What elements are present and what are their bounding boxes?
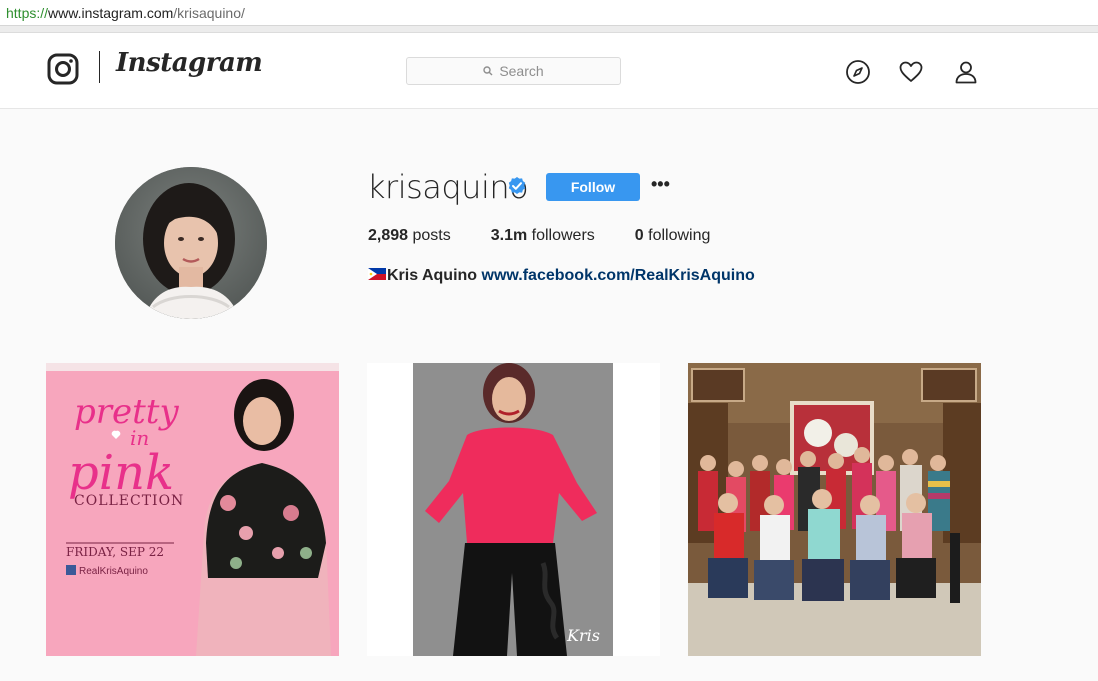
url-host: www.instagram.com [48, 5, 174, 21]
following-label: following [643, 227, 711, 244]
explore-icon[interactable] [845, 59, 871, 85]
nav-divider [99, 51, 100, 83]
top-nav: Instagram Search [0, 33, 1098, 109]
avatar-image [115, 167, 267, 319]
instagram-glyph-icon[interactable] [47, 53, 79, 85]
bio-link[interactable]: www.facebook.com/RealKrisAquino [482, 267, 755, 284]
posts-stat: 2,898 posts [368, 227, 451, 245]
search-icon [483, 66, 493, 76]
post1-handle: RealKrisAquino [79, 566, 148, 577]
following-stat[interactable]: 0 following [635, 227, 711, 245]
verified-badge-icon [508, 177, 526, 194]
post-image-1: pretty in pink COLLECTION FRIDAY, SEP 22… [46, 363, 339, 656]
more-options-icon[interactable]: ••• [651, 175, 670, 196]
post-thumbnail-1[interactable]: pretty in pink COLLECTION FRIDAY, SEP 22… [46, 363, 339, 656]
search-placeholder: Search [499, 63, 544, 79]
bio-name: Kris Aquino [387, 267, 478, 284]
address-bar[interactable]: https://www.instagram.com/krisaquino/ [0, 0, 1098, 26]
url-path: /krisaquino/ [173, 5, 245, 21]
profile-stats: 2,898 posts 3.1m followers 0 following [368, 227, 750, 245]
post-image-2: Kris [367, 363, 660, 656]
post2-signature: Kris [566, 626, 600, 645]
post-image-3 [688, 363, 981, 656]
heart-icon[interactable] [898, 59, 924, 85]
follow-button[interactable]: Follow [546, 173, 640, 201]
profile-avatar[interactable] [115, 167, 267, 319]
following-count: 0 [634, 227, 644, 244]
followers-count: 3.1m [490, 227, 528, 244]
posts-label: posts [408, 227, 451, 244]
browser-strip [0, 26, 1098, 33]
philippines-flag-icon [368, 267, 386, 280]
instagram-wordmark[interactable]: Instagram [116, 48, 263, 78]
post-thumbnail-3[interactable] [688, 363, 981, 656]
post1-subtitle: COLLECTION [74, 493, 184, 509]
facebook-icon [66, 565, 76, 575]
followers-stat[interactable]: 3.1m followers [491, 227, 595, 245]
posts-count: 2,898 [368, 227, 409, 244]
post1-title-line1: pretty [74, 392, 179, 432]
profile-username: krisaquino [367, 168, 529, 206]
followers-label: followers [527, 227, 595, 244]
post-thumbnail-2[interactable]: Kris [367, 363, 660, 656]
post1-date: FRIDAY, SEP 22 [66, 545, 164, 559]
profile-bio: Kris Aquino www.facebook.com/RealKrisAqu… [368, 267, 755, 285]
search-input[interactable]: Search [406, 57, 621, 85]
user-icon[interactable] [953, 59, 979, 85]
url-scheme: https:// [6, 5, 49, 21]
